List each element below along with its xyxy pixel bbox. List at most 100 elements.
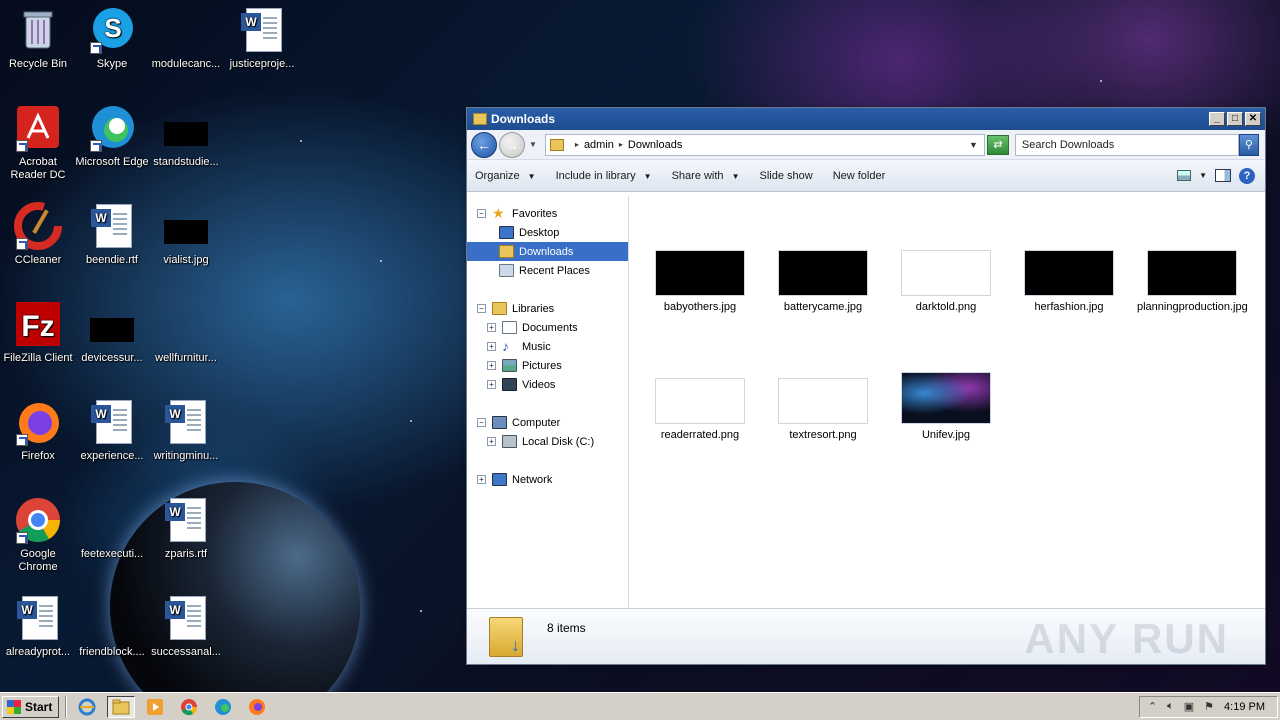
expand-icon[interactable]: +: [487, 342, 496, 351]
expand-icon[interactable]: +: [487, 380, 496, 389]
desktop-icon-image[interactable]: standstudie...: [148, 104, 224, 169]
edge-icon[interactable]: [209, 696, 237, 718]
chevron-down-icon[interactable]: ▼: [969, 140, 978, 150]
nav-computer[interactable]: − Computer: [467, 413, 628, 432]
desktop-icon-file[interactable]: friendblock....: [74, 594, 150, 659]
organize-menu[interactable]: Organize ▼: [475, 170, 536, 182]
chevron-down-icon: ▼: [731, 171, 740, 181]
file-item[interactable]: darktold.png: [891, 250, 1001, 314]
show-hidden-icons-icon[interactable]: ⌃: [1148, 700, 1157, 713]
action-center-flag-icon[interactable]: ⚑: [1204, 700, 1214, 713]
nav-music[interactable]: + ♪ Music: [467, 337, 628, 356]
clock[interactable]: 4:19 PM: [1224, 701, 1265, 713]
network-status-icon[interactable]: ▣: [1184, 700, 1194, 713]
explorer-icon[interactable]: [107, 695, 136, 718]
nav-pictures[interactable]: + Pictures: [467, 356, 628, 375]
file-item[interactable]: Unifev.jpg: [891, 372, 1001, 442]
chevron-right-icon[interactable]: ▸: [619, 140, 623, 149]
media-player-icon[interactable]: [141, 696, 169, 718]
firefox-icon: [14, 398, 62, 446]
file-item[interactable]: readerrated.png: [645, 378, 755, 442]
start-button[interactable]: Start: [2, 695, 60, 718]
desktop-icon-word-doc[interactable]: beendie.rtf: [74, 202, 150, 267]
nav-desktop[interactable]: Desktop: [467, 223, 628, 242]
expand-icon[interactable]: +: [487, 437, 496, 446]
desktop-icon-skype[interactable]: S Skype: [74, 6, 150, 71]
collapse-icon[interactable]: −: [477, 418, 486, 427]
search-input[interactable]: Search Downloads: [1014, 133, 1239, 156]
desktop-icon-image[interactable]: vialist.jpg: [148, 202, 224, 267]
nav-local-disk[interactable]: + Local Disk (C:): [467, 432, 628, 451]
desktop-icon-image[interactable]: devicessur...: [74, 300, 150, 365]
desktop-icon-edge[interactable]: Microsoft Edge: [74, 104, 150, 169]
image-thumbnail: [778, 250, 868, 296]
nav-recent-places[interactable]: Recent Places: [467, 261, 628, 280]
chrome-icon[interactable]: [175, 696, 203, 718]
desktop-icon-file[interactable]: wellfurnitur...: [148, 300, 224, 365]
collapse-icon[interactable]: −: [477, 209, 486, 218]
acrobat-icon: [14, 104, 62, 152]
nav-videos[interactable]: + Videos: [467, 375, 628, 394]
explorer-window: Downloads _ □ ✕ ← → ▼ ▸ admin ▸ Download…: [466, 107, 1266, 665]
desktop-icon-word-doc[interactable]: alreadyprot...: [0, 594, 76, 659]
nav-favorites[interactable]: − ★ Favorites: [467, 204, 628, 223]
desktop-icon-word-doc[interactable]: successanal...: [148, 594, 224, 659]
desktop-icon-file[interactable]: feetexecuti...: [74, 496, 150, 561]
breadcrumb-admin[interactable]: admin: [584, 139, 614, 151]
chevron-right-icon[interactable]: ▸: [575, 140, 579, 149]
preview-pane-icon[interactable]: [1215, 169, 1231, 182]
desktop-icon-chrome[interactable]: Google Chrome: [0, 496, 76, 574]
include-in-library-menu[interactable]: Include in library ▼: [556, 170, 652, 182]
file-item[interactable]: batterycame.jpg: [768, 250, 878, 314]
file-item[interactable]: babyothers.jpg: [645, 250, 755, 314]
desktop-icon-recycle-bin[interactable]: Recycle Bin: [0, 6, 76, 71]
chevron-down-icon: ▼: [643, 171, 652, 181]
expand-icon[interactable]: +: [477, 475, 486, 484]
address-bar[interactable]: ▸ admin ▸ Downloads ▼: [544, 133, 985, 156]
file-item[interactable]: textresort.png: [768, 378, 878, 442]
firefox-icon[interactable]: [243, 696, 271, 718]
wallpaper-star: [300, 140, 302, 142]
title-bar[interactable]: Downloads _ □ ✕: [467, 108, 1265, 130]
file-item[interactable]: herfashion.jpg: [1014, 250, 1124, 314]
back-button[interactable]: ←: [471, 131, 497, 158]
nav-network[interactable]: + Network: [467, 470, 628, 489]
internet-explorer-icon[interactable]: [73, 696, 101, 718]
file-item[interactable]: planningproduction.jpg: [1137, 250, 1248, 314]
forward-button[interactable]: →: [499, 131, 525, 158]
search-icon[interactable]: ⚲: [1238, 133, 1259, 156]
collapse-icon[interactable]: −: [477, 304, 486, 313]
maximize-button[interactable]: □: [1227, 112, 1243, 126]
desktop-icon-word-doc[interactable]: justiceproje...: [224, 6, 300, 71]
share-with-menu[interactable]: Share with ▼: [672, 170, 740, 182]
nav-documents[interactable]: + Documents: [467, 318, 628, 337]
file-list: babyothers.jpg batterycame.jpg darktold.…: [629, 196, 1265, 608]
image-thumbnail: [901, 250, 991, 296]
desktop-icon-firefox[interactable]: Firefox: [0, 398, 76, 463]
desktop-icon-file[interactable]: modulecanc...: [148, 6, 224, 71]
volume-icon[interactable]: 🔈︎: [1167, 700, 1174, 713]
desktop-icon-ccleaner[interactable]: CCleaner: [0, 202, 76, 267]
nav-libraries[interactable]: − Libraries: [467, 299, 628, 318]
new-folder-button[interactable]: New folder: [833, 170, 886, 182]
change-view-icon[interactable]: [1177, 170, 1192, 181]
system-tray: ⌃ 🔈︎ ▣ ⚑ 4:19 PM: [1138, 695, 1278, 718]
expand-icon[interactable]: +: [487, 361, 496, 370]
desktop-icon-word-doc[interactable]: zparis.rtf: [148, 496, 224, 561]
desktop-icon-word-doc[interactable]: writingminu...: [148, 398, 224, 463]
minimize-button[interactable]: _: [1209, 112, 1225, 126]
nav-downloads[interactable]: Downloads: [467, 242, 628, 261]
refresh-button[interactable]: ⇄: [986, 134, 1009, 155]
expand-icon[interactable]: +: [487, 323, 496, 332]
image-thumbnail: [778, 378, 868, 424]
slide-show-button[interactable]: Slide show: [759, 170, 812, 182]
breadcrumb-downloads[interactable]: Downloads: [628, 139, 682, 151]
close-button[interactable]: ✕: [1245, 112, 1261, 126]
desktop-icon-word-doc[interactable]: experience...: [74, 398, 150, 463]
chevron-down-icon[interactable]: ▼: [1199, 171, 1207, 180]
desktop-icon-filezilla[interactable]: Fz FileZilla Client: [0, 300, 76, 365]
recent-pages-dropdown[interactable]: ▼: [529, 140, 537, 149]
help-icon[interactable]: ?: [1239, 167, 1255, 184]
desktop-icon-acrobat[interactable]: Acrobat Reader DC: [0, 104, 76, 182]
address-row: ← → ▼ ▸ admin ▸ Downloads ▼ ⇄ Search Dow…: [467, 130, 1265, 160]
